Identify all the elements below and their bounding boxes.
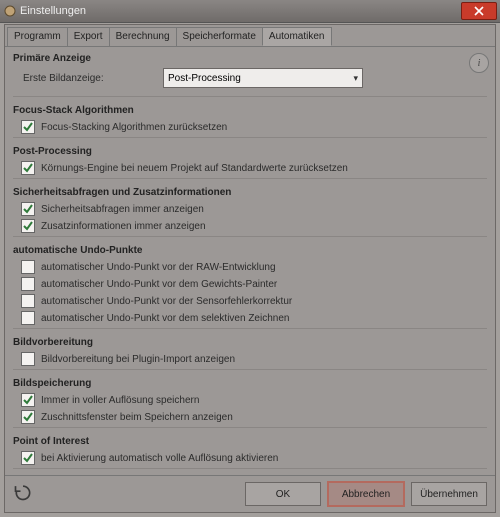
- divider: [13, 178, 487, 179]
- checkbox[interactable]: [21, 260, 35, 274]
- divider: [13, 236, 487, 237]
- settings-window: Einstellungen Programm Export Berechnung…: [0, 0, 500, 517]
- divider: [13, 369, 487, 370]
- window-title: Einstellungen: [20, 5, 86, 17]
- option-row: Bildvorbereitung bei Plugin-Import anzei…: [21, 352, 487, 366]
- option-label: automatischer Undo-Punkt vor dem selekti…: [41, 313, 289, 324]
- option-row: automatischer Undo-Punkt vor dem selekti…: [21, 311, 487, 325]
- option-row: Körnungs-Engine bei neuem Projekt auf St…: [21, 161, 487, 175]
- section-poi-title: Point of Interest: [13, 436, 487, 447]
- option-row: automatischer Undo-Punkt vor der RAW-Ent…: [21, 260, 487, 274]
- dialog-body: Programm Export Berechnung Speicherforma…: [4, 24, 496, 513]
- option-row: Immer in voller Auflösung speichern: [21, 393, 487, 407]
- section-undo-title: automatische Undo-Punkte: [13, 245, 487, 256]
- chevron-down-icon: ▾: [353, 73, 358, 84]
- checkbox[interactable]: [21, 161, 35, 175]
- option-row: Focus-Stacking Algorithmen zurücksetzen: [21, 120, 487, 134]
- app-icon: [4, 5, 16, 17]
- checkbox[interactable]: [21, 202, 35, 216]
- apply-button[interactable]: Übernehmen: [411, 482, 487, 506]
- tab-speicherformate[interactable]: Speicherformate: [176, 27, 263, 46]
- divider: [13, 427, 487, 428]
- section-focusstack: Focus-Stacking Algorithmen zurücksetzen: [13, 120, 487, 134]
- tab-content: Primäre Anzeige Erste Bildanzeige: Post-…: [5, 47, 495, 475]
- checkbox[interactable]: [21, 294, 35, 308]
- ok-button[interactable]: OK: [245, 482, 321, 506]
- option-row: bei Aktivierung automatisch volle Auflös…: [21, 451, 487, 465]
- section-focusstack-title: Focus-Stack Algorithmen: [13, 105, 487, 116]
- section-primary-title: Primäre Anzeige: [13, 53, 487, 64]
- tab-strip: Programm Export Berechnung Speicherforma…: [5, 25, 495, 47]
- help-button[interactable]: i: [469, 53, 489, 73]
- tab-programm[interactable]: Programm: [7, 27, 68, 46]
- checkbox[interactable]: [21, 277, 35, 291]
- section-imgprep-title: Bildvorbereitung: [13, 337, 487, 348]
- option-label: Focus-Stacking Algorithmen zurücksetzen: [41, 122, 227, 133]
- option-label: Bildvorbereitung bei Plugin-Import anzei…: [41, 354, 235, 365]
- option-row: automatischer Undo-Punkt vor dem Gewicht…: [21, 277, 487, 291]
- first-display-label: Erste Bildanzeige:: [23, 73, 163, 84]
- cancel-button[interactable]: Abbrechen: [327, 481, 405, 507]
- close-button[interactable]: [461, 2, 497, 20]
- option-label: Immer in voller Auflösung speichern: [41, 395, 199, 406]
- checkbox[interactable]: [21, 393, 35, 407]
- section-postproc: Körnungs-Engine bei neuem Projekt auf St…: [13, 161, 487, 175]
- section-security: Sicherheitsabfragen immer anzeigen Zusatz…: [13, 202, 487, 233]
- divider: [13, 468, 487, 469]
- section-poi: bei Aktivierung automatisch volle Auflös…: [13, 451, 487, 465]
- option-label: Zusatzinformationen immer anzeigen: [41, 221, 206, 232]
- option-label: bei Aktivierung automatisch volle Auflös…: [41, 453, 278, 464]
- section-security-title: Sicherheitsabfragen und Zusatzinformatio…: [13, 187, 487, 198]
- checkbox[interactable]: [21, 219, 35, 233]
- option-row: Zuschnittsfenster beim Speichern anzeige…: [21, 410, 487, 424]
- checkbox[interactable]: [21, 311, 35, 325]
- option-row: Sicherheitsabfragen immer anzeigen: [21, 202, 487, 216]
- option-row: automatischer Undo-Punkt vor der Sensorf…: [21, 294, 487, 308]
- divider: [13, 137, 487, 138]
- option-label: automatischer Undo-Punkt vor der Sensorf…: [41, 296, 292, 307]
- button-bar: OK Abbrechen Übernehmen: [5, 475, 495, 512]
- section-imgprep: Bildvorbereitung bei Plugin-Import anzei…: [13, 352, 487, 366]
- option-label: automatischer Undo-Punkt vor dem Gewicht…: [41, 279, 277, 290]
- titlebar[interactable]: Einstellungen: [0, 0, 500, 23]
- reset-icon[interactable]: [13, 482, 33, 502]
- checkbox[interactable]: [21, 120, 35, 134]
- section-postproc-title: Post-Processing: [13, 146, 487, 157]
- section-imgsave: Immer in voller Auflösung speichern Zusch…: [13, 393, 487, 424]
- tab-berechnung[interactable]: Berechnung: [109, 27, 177, 46]
- option-label: Körnungs-Engine bei neuem Projekt auf St…: [41, 163, 348, 174]
- first-display-value: Post-Processing: [168, 73, 241, 84]
- checkbox[interactable]: [21, 451, 35, 465]
- divider: [13, 96, 487, 97]
- section-undo: automatischer Undo-Punkt vor der RAW-Ent…: [13, 260, 487, 325]
- option-label: automatischer Undo-Punkt vor der RAW-Ent…: [41, 262, 276, 273]
- section-imgsave-title: Bildspeicherung: [13, 378, 487, 389]
- option-row: Zusatzinformationen immer anzeigen: [21, 219, 487, 233]
- first-display-select[interactable]: Post-Processing ▾: [163, 68, 363, 88]
- divider: [13, 328, 487, 329]
- option-label: Zuschnittsfenster beim Speichern anzeige…: [41, 412, 233, 423]
- checkbox[interactable]: [21, 410, 35, 424]
- tab-automatiken[interactable]: Automatiken: [262, 27, 332, 46]
- tab-export[interactable]: Export: [67, 27, 110, 46]
- checkbox[interactable]: [21, 352, 35, 366]
- option-label: Sicherheitsabfragen immer anzeigen: [41, 204, 204, 215]
